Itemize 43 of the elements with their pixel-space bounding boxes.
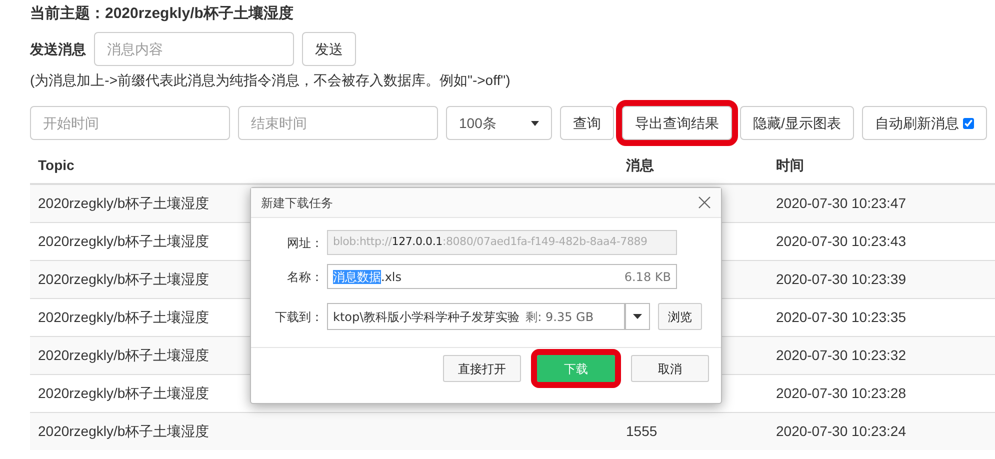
table-cell: 1555	[626, 422, 658, 439]
path-select[interactable]: ktop\教科版小学科学种子发芽实验 剩: 9.35 GB	[327, 303, 625, 330]
table-cell: 2020rzegkly/b杯子土壤湿度	[38, 308, 210, 324]
dialog-button[interactable]: 直接打开	[443, 355, 521, 382]
message-field[interactable]: 消息内容	[94, 32, 294, 66]
table-cell: 2020-07-30 10:23:24	[776, 422, 906, 439]
limit-select[interactable]: 100条	[446, 106, 552, 140]
free-space: 剩: 9.35 GB	[526, 308, 594, 326]
table-cell: 2020rzegkly/b杯子土壤湿度	[38, 232, 210, 248]
field-label: 网址：	[286, 234, 323, 252]
page-title: 当前主题：2020rzegkly/b杯子土壤湿度	[30, 4, 294, 24]
file-size: 6.18 KB	[624, 268, 671, 286]
auto-refresh-button[interactable]: 自动刷新消息	[862, 106, 987, 140]
caret-icon	[531, 120, 539, 126]
filename-field[interactable]: 消息数据.xls 6.18 KB	[327, 264, 677, 289]
table-cell: 2020-07-30 10:23:35	[776, 308, 906, 324]
dropdown-toggle-icon[interactable]	[625, 303, 650, 330]
dialog-title: 新建下载任务	[261, 194, 333, 212]
table-cell: 2020-07-30 10:23:28	[776, 384, 906, 400]
field-label: 名称：	[286, 268, 323, 286]
table-cell: 2020-07-30 10:23:39	[776, 270, 906, 286]
close-icon[interactable]	[698, 196, 711, 209]
table-cell: 2020rzegkly/b杯子土壤湿度	[38, 194, 210, 211]
dialog-button[interactable]: 取消	[631, 355, 709, 382]
send-button[interactable]: 发送	[302, 32, 356, 66]
filename-text: 消息数据.xls	[333, 268, 402, 286]
field-label: 下载到：	[274, 308, 323, 326]
filter-button[interactable]: 查询	[560, 106, 614, 140]
table-cell: 2020rzegkly/b杯子土壤湿度	[38, 270, 210, 286]
checkbox[interactable]	[962, 118, 974, 128]
table-cell: 2020rzegkly/b杯子土壤湿度	[38, 346, 210, 362]
browse-button[interactable]: 浏览	[658, 303, 702, 330]
table-cell: 2020-07-30 10:23:32	[776, 346, 906, 362]
table-cell: 2020rzegkly/b杯子土壤湿度	[38, 384, 210, 400]
filter-button[interactable]: 隐藏/显示图表	[740, 106, 854, 140]
hint-text: (为消息加上->前缀代表此消息为纯指令消息，不会被存入数据库。例如"->off")	[30, 71, 512, 90]
table-cell: 2020-07-30 10:23:43	[776, 232, 906, 248]
table-cell: 2020-07-30 10:23:47	[776, 194, 906, 211]
start-time-field[interactable]: 开始时间	[30, 106, 230, 140]
table-cell: 2020rzegkly/b杯子土壤湿度	[38, 422, 210, 439]
end-time-field[interactable]: 结束时间	[238, 106, 438, 140]
url-field[interactable]: blob:http://127.0.0.1:8080/07aed1fa-f149-482b-8aa4-7889	[327, 230, 677, 255]
send-label: 发送消息	[30, 40, 86, 58]
